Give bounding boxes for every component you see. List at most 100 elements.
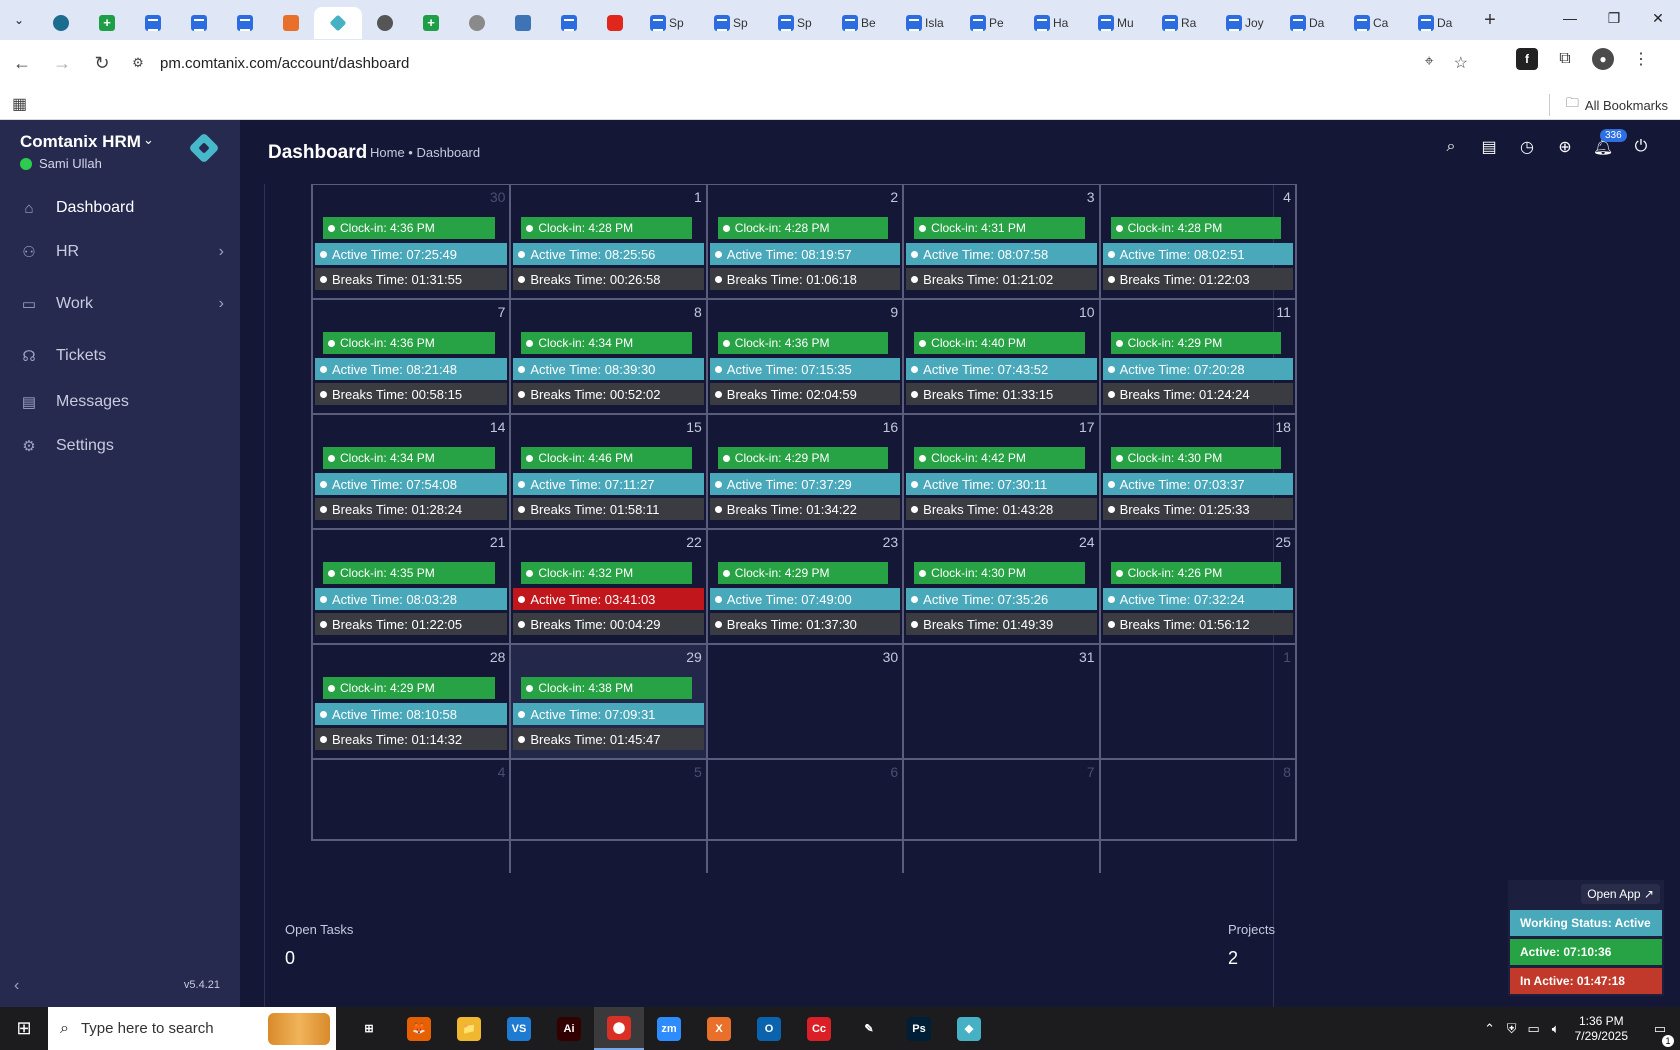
all-bookmarks-button[interactable]: 🗀 All Bookmarks	[1548, 94, 1668, 116]
taskbar-app-firefox[interactable]: 🦊	[394, 1007, 444, 1050]
profile-avatar-icon[interactable]: ●	[1592, 48, 1614, 70]
active-time-event[interactable]: Active Time: 08:10:58	[315, 703, 508, 725]
browser-tab[interactable]	[408, 7, 454, 39]
active-time-event[interactable]: Active Time: 03:41:03	[513, 588, 704, 610]
browser-tab[interactable]: Sp	[702, 7, 766, 39]
breaks-time-event[interactable]: Breaks Time: 01:31:55	[315, 268, 508, 290]
brand-name[interactable]: Comtanix HRM	[20, 132, 141, 152]
active-time-event[interactable]: Active Time: 07:09:31	[513, 703, 704, 725]
breaks-time-event[interactable]: Breaks Time: 01:43:28	[906, 498, 1097, 520]
breaks-time-event[interactable]: Breaks Time: 01:28:24	[315, 498, 508, 520]
browser-tab[interactable]: Da	[1406, 7, 1470, 39]
taskbar-app-vscode[interactable]: VS	[494, 1007, 544, 1050]
calendar-day-cell[interactable]: 2 Clock-in: 4:28 PM Active Time: 08:19:57 B…	[705, 185, 902, 298]
omnibox[interactable]: ⚙ pm.comtanix.com/account/dashboard ⌖ ☆	[122, 45, 1482, 81]
taskbar-app-chrome[interactable]: ⬤	[594, 1007, 644, 1050]
browser-tab[interactable]	[130, 7, 176, 39]
taskbar-app-outlook[interactable]: O	[744, 1007, 794, 1050]
taskbar-app-task-view[interactable]: ⊞	[344, 1007, 394, 1050]
active-time-event[interactable]: Active Time: 07:43:52	[906, 358, 1097, 380]
clock-in-event[interactable]: Clock-in: 4:29 PM	[717, 562, 889, 584]
tab-search-button[interactable]: ⌄	[9, 10, 29, 30]
browser-tab[interactable]: Mu	[1086, 7, 1150, 39]
active-time-event[interactable]: Active Time: 07:35:26	[906, 588, 1097, 610]
minimize-button[interactable]: —	[1548, 0, 1592, 36]
active-time-event[interactable]: Active Time: 07:25:49	[315, 243, 508, 265]
breaks-time-event[interactable]: Breaks Time: 00:58:15	[315, 383, 508, 405]
security-icon[interactable]: ⛨	[1501, 1021, 1523, 1037]
clock-in-event[interactable]: Clock-in: 4:30 PM	[1110, 447, 1281, 469]
browser-tab[interactable]: Ha	[1022, 7, 1086, 39]
sidebar-item-tickets[interactable]: ☊ Tickets	[0, 332, 240, 380]
browser-tab[interactable]: Ra	[1150, 7, 1214, 39]
restore-button[interactable]: ❐	[1592, 0, 1636, 36]
bookmark-star-icon[interactable]: ☆	[1454, 53, 1468, 73]
browser-tab[interactable]: Pe	[958, 7, 1022, 39]
clock-in-event[interactable]: Clock-in: 4:42 PM	[914, 447, 1085, 469]
active-time-event[interactable]: Active Time: 08:07:58	[906, 243, 1097, 265]
site-info-icon[interactable]: ⚙	[128, 53, 148, 73]
active-time-event[interactable]: Active Time: 07:20:28	[1102, 358, 1293, 380]
apps-grid-icon[interactable]: ▦	[12, 94, 27, 114]
browser-tab[interactable]	[454, 7, 500, 39]
sidebar-item-messages[interactable]: ▤ Messages	[0, 378, 240, 426]
clock-in-event[interactable]: Clock-in: 4:40 PM	[914, 332, 1085, 354]
comtanix-logo-icon[interactable]	[188, 132, 220, 164]
add-icon[interactable]: ⊕	[1556, 138, 1574, 156]
taskbar-app-comtanix[interactable]: ◆	[944, 1007, 994, 1050]
breaks-time-event[interactable]: Breaks Time: 01:34:22	[709, 498, 901, 520]
browser-tab[interactable]	[546, 7, 592, 39]
active-time-event[interactable]: Active Time: 08:03:28	[315, 588, 508, 610]
sidebar-item-settings[interactable]: ⚙ Settings	[0, 422, 240, 470]
open-app-button[interactable]: Open App ↗	[1581, 884, 1660, 904]
calendar-day-cell[interactable]: 1	[1098, 645, 1295, 758]
breaks-time-event[interactable]: Breaks Time: 00:04:29	[513, 613, 704, 635]
back-button[interactable]: ←	[4, 45, 40, 81]
breaks-time-event[interactable]: Breaks Time: 02:04:59	[709, 383, 901, 405]
active-time-event[interactable]: Active Time: 08:02:51	[1102, 243, 1293, 265]
active-time-event[interactable]: Active Time: 07:54:08	[315, 473, 508, 495]
sidebar-item-dashboard[interactable]: ⌂ Dashboard	[0, 184, 240, 232]
taskbar-app-xampp[interactable]: X	[694, 1007, 744, 1050]
clock-in-event[interactable]: Clock-in: 4:30 PM	[914, 562, 1085, 584]
clock-in-event[interactable]: Clock-in: 4:26 PM	[1110, 562, 1281, 584]
calendar-day-cell[interactable]: 30	[705, 645, 902, 758]
calendar-day-cell[interactable]: 25 Clock-in: 4:26 PM Active Time: 07:32:24…	[1098, 530, 1295, 643]
clock-in-event[interactable]: Clock-in: 4:46 PM	[521, 447, 692, 469]
sidebar-item-work[interactable]: ▭ Work ›	[0, 280, 240, 328]
calendar-day-cell[interactable]: 23 Clock-in: 4:29 PM Active Time: 07:49:00…	[705, 530, 902, 643]
reload-button[interactable]: ↻	[84, 45, 120, 81]
clock-icon[interactable]: ◷	[1518, 138, 1536, 156]
extension-f-icon[interactable]: f	[1516, 48, 1538, 70]
taskbar-app-file-explorer[interactable]: 📁	[444, 1007, 494, 1050]
action-center-icon[interactable]: ▭ 1	[1640, 1021, 1680, 1047]
breaks-time-event[interactable]: Breaks Time: 00:52:02	[513, 383, 704, 405]
taskbar-clock[interactable]: 1:36 PM 7/29/2025	[1575, 1014, 1628, 1044]
chevron-up-icon[interactable]: ⌃	[1479, 1021, 1501, 1037]
taskbar-app-creative-cloud[interactable]: Cc	[794, 1007, 844, 1050]
calendar-day-cell[interactable]: 21 Clock-in: 4:35 PM Active Time: 08:03:28…	[313, 530, 509, 643]
clock-in-event[interactable]: Clock-in: 4:29 PM	[323, 677, 496, 699]
browser-tab[interactable]	[592, 7, 638, 39]
clock-in-event[interactable]: Clock-in: 4:29 PM	[717, 447, 889, 469]
network-icon[interactable]: ▭	[1523, 1021, 1545, 1037]
browser-tab[interactable]	[314, 7, 362, 39]
taskbar-search[interactable]: ⌕ Type here to search	[48, 1007, 336, 1050]
taskbar-app-photoshop[interactable]: Ps	[894, 1007, 944, 1050]
calendar-day-cell[interactable]: 3 Clock-in: 4:31 PM Active Time: 08:07:58 B…	[902, 185, 1098, 298]
calendar-day-cell[interactable]: 18 Clock-in: 4:30 PM Active Time: 07:03:37…	[1098, 415, 1295, 528]
calendar-day-cell[interactable]: 4 Clock-in: 4:28 PM Active Time: 08:02:51 B…	[1098, 185, 1295, 298]
breaks-time-event[interactable]: Breaks Time: 01:06:18	[709, 268, 901, 290]
calendar-day-cell[interactable]: 8	[1098, 760, 1295, 873]
calendar-day-cell[interactable]: 1 Clock-in: 4:28 PM Active Time: 08:25:56 B…	[509, 185, 705, 298]
active-time-event[interactable]: Active Time: 08:25:56	[513, 243, 704, 265]
breaks-time-event[interactable]: Breaks Time: 01:24:24	[1102, 383, 1293, 405]
breaks-time-event[interactable]: Breaks Time: 01:56:12	[1102, 613, 1293, 635]
clock-in-event[interactable]: Clock-in: 4:29 PM	[1110, 332, 1281, 354]
calendar-day-cell[interactable]: 24 Clock-in: 4:30 PM Active Time: 07:35:26…	[902, 530, 1098, 643]
active-time-event[interactable]: Active Time: 07:49:00	[709, 588, 901, 610]
breaks-time-event[interactable]: Breaks Time: 01:49:39	[906, 613, 1097, 635]
calendar-day-cell[interactable]: 31	[902, 645, 1098, 758]
search-icon[interactable]: ⌕	[1442, 138, 1460, 156]
browser-tab[interactable]	[268, 7, 314, 39]
